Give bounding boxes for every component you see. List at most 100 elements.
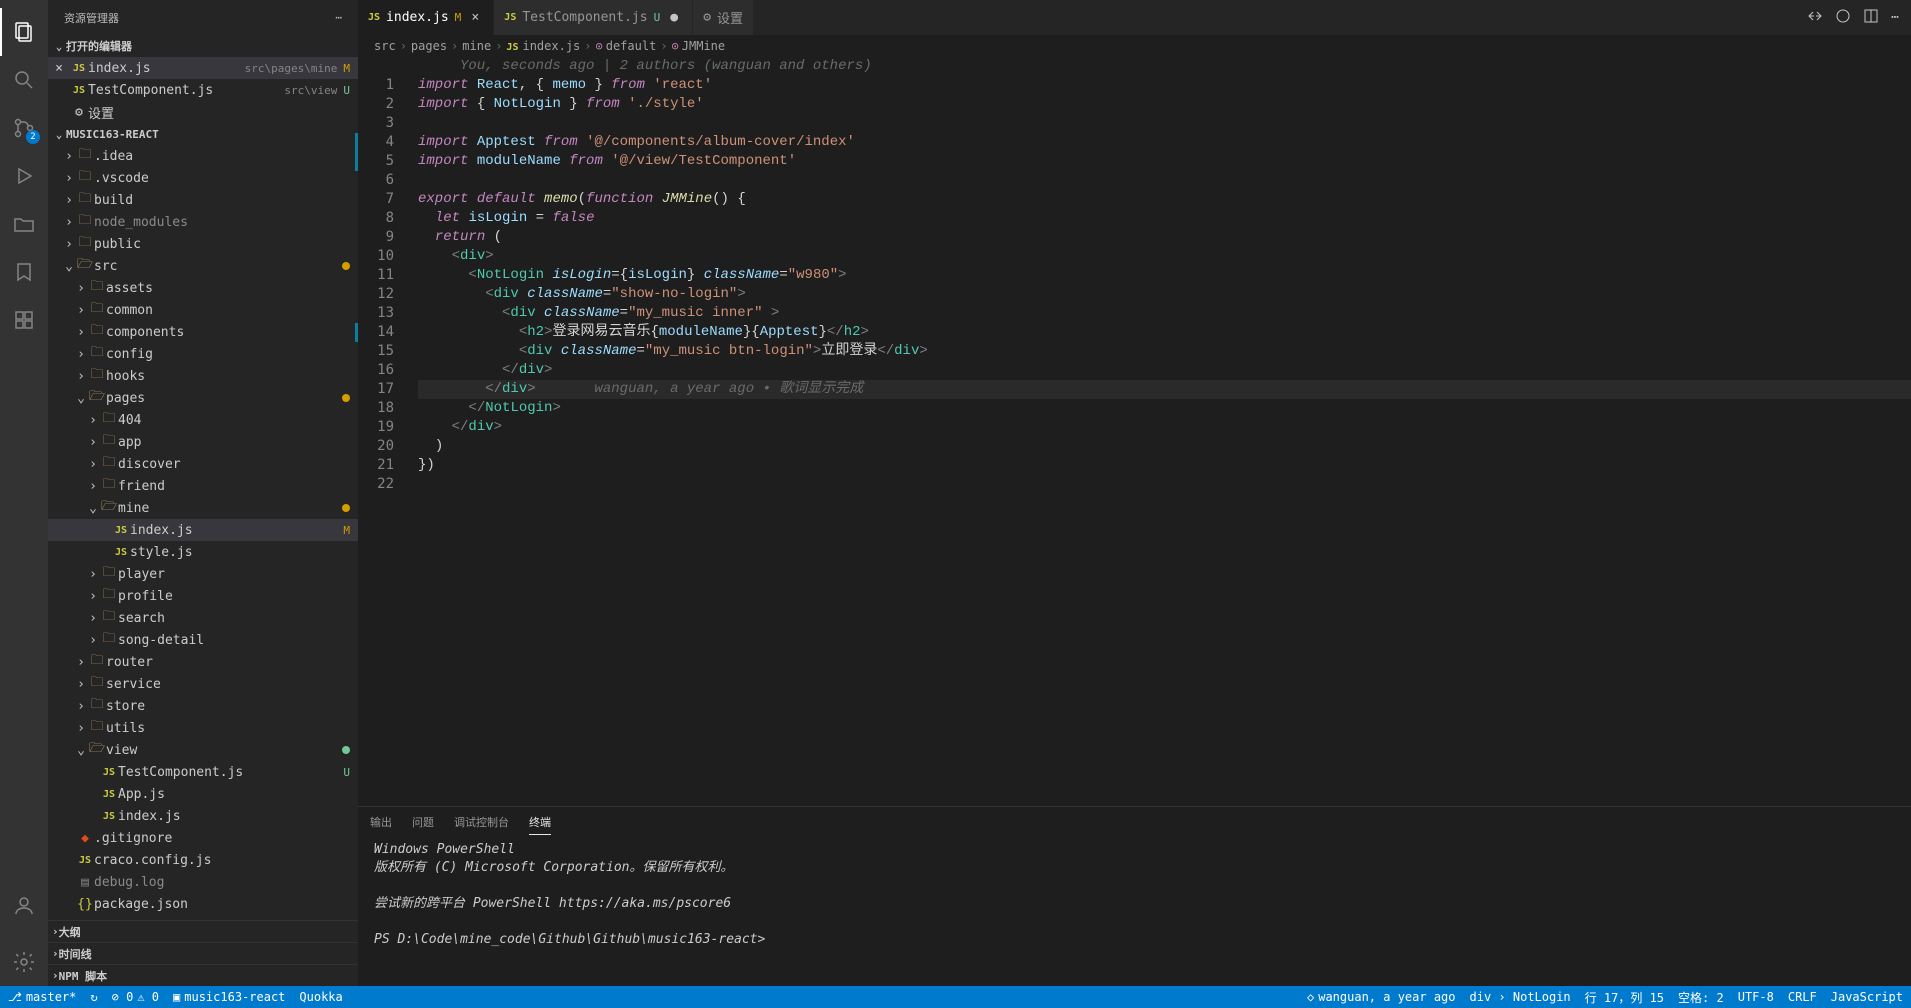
sidebar-section-collapsed[interactable]: ›NPM 脚本 bbox=[48, 964, 358, 986]
tree-folder[interactable]: ›🗀profile bbox=[48, 585, 358, 607]
tab-close-icon[interactable]: ● bbox=[666, 10, 682, 25]
code-line[interactable] bbox=[418, 114, 1911, 133]
breadcrumb-item[interactable]: JSindex.js bbox=[506, 39, 580, 53]
activity-bookmark[interactable] bbox=[0, 248, 48, 296]
activity-explorer[interactable] bbox=[0, 8, 48, 56]
breadcrumb[interactable]: src›pages›mine›JSindex.js›⊙default›⊙JMMi… bbox=[358, 35, 1911, 57]
tree-folder[interactable]: ›🗀friend bbox=[48, 475, 358, 497]
code-line[interactable]: <div className="show-no-login"> bbox=[418, 285, 1911, 304]
breadcrumb-item[interactable]: mine bbox=[462, 39, 491, 53]
status-lang[interactable]: JavaScript bbox=[1831, 990, 1903, 1004]
activity-folder[interactable] bbox=[0, 200, 48, 248]
open-editor-item[interactable]: ⚙设置 bbox=[48, 101, 358, 123]
tree-folder[interactable]: ›🗀public bbox=[48, 233, 358, 255]
tree-file[interactable]: JSstyle.js bbox=[48, 541, 358, 563]
tree-folder[interactable]: ›🗀utils bbox=[48, 717, 358, 739]
more-icon[interactable]: ⋯ bbox=[1891, 10, 1899, 25]
tree-folder[interactable]: ›🗀service bbox=[48, 673, 358, 695]
tree-folder[interactable]: ›🗀song-detail bbox=[48, 629, 358, 651]
code-line[interactable]: <div> bbox=[418, 247, 1911, 266]
status-lncol[interactable]: 行 17，列 15 bbox=[1585, 989, 1664, 1006]
breadcrumb-item[interactable]: pages bbox=[411, 39, 447, 53]
tree-file[interactable]: JSApp.js bbox=[48, 783, 358, 805]
activity-scm[interactable]: 2 bbox=[0, 104, 48, 152]
code-line[interactable]: export default memo(function JMMine() { bbox=[418, 190, 1911, 209]
breadcrumb-item[interactable]: src bbox=[374, 39, 396, 53]
status-encoding[interactable]: UTF-8 bbox=[1738, 990, 1774, 1004]
code-line[interactable]: import moduleName from '@/view/TestCompo… bbox=[418, 152, 1911, 171]
run-icon[interactable] bbox=[1835, 8, 1851, 28]
breadcrumb-item[interactable]: ⊙default bbox=[596, 39, 657, 53]
tree-folder[interactable]: ›🗀discover bbox=[48, 453, 358, 475]
activity-search[interactable] bbox=[0, 56, 48, 104]
sidebar-section-collapsed[interactable]: ›大纲 bbox=[48, 920, 358, 942]
code-pane[interactable]: You, seconds ago | 2 authors (wanguan an… bbox=[414, 57, 1911, 806]
tree-folder[interactable]: ›🗀.vscode bbox=[48, 167, 358, 189]
status-eol[interactable]: CRLF bbox=[1788, 990, 1817, 1004]
code-line[interactable] bbox=[418, 475, 1911, 494]
tree-folder[interactable]: ›🗀assets bbox=[48, 277, 358, 299]
tree-folder[interactable]: ›🗀router bbox=[48, 651, 358, 673]
code-line[interactable]: let isLogin = false bbox=[418, 209, 1911, 228]
compare-icon[interactable] bbox=[1807, 8, 1823, 28]
status-blame[interactable]: ◇ wanguan, a year ago bbox=[1307, 990, 1456, 1004]
code-line[interactable]: import React, { memo } from 'react' bbox=[418, 76, 1911, 95]
terminal-body[interactable]: Windows PowerShell版权所有 (C) Microsoft Cor… bbox=[358, 837, 1911, 986]
activity-settings[interactable] bbox=[0, 938, 48, 986]
tree-folder[interactable]: ›🗀build bbox=[48, 189, 358, 211]
tree-folder[interactable]: ›🗀.idea bbox=[48, 145, 358, 167]
activity-debug[interactable] bbox=[0, 152, 48, 200]
project-header[interactable]: ⌄ MUSIC163-REACT bbox=[48, 123, 358, 145]
tree-folder[interactable]: ›🗀hooks bbox=[48, 365, 358, 387]
code-line[interactable]: }) bbox=[418, 456, 1911, 475]
editor-tab[interactable]: ⚙设置 bbox=[693, 0, 754, 35]
sidebar-section-collapsed[interactable]: ›时间线 bbox=[48, 942, 358, 964]
activity-account[interactable] bbox=[0, 882, 48, 930]
tree-file[interactable]: ◆.gitignore bbox=[48, 827, 358, 849]
split-icon[interactable] bbox=[1863, 8, 1879, 28]
code-line[interactable] bbox=[418, 171, 1911, 190]
breadcrumb-item[interactable]: ⊙JMMine bbox=[672, 39, 726, 53]
status-sync[interactable]: ↻ bbox=[90, 990, 97, 1004]
tree-file[interactable]: JSindex.jsM bbox=[48, 519, 358, 541]
tree-folder[interactable]: ›🗀node_modules bbox=[48, 211, 358, 233]
tree-file[interactable]: ▤debug.log bbox=[48, 871, 358, 893]
code-line[interactable]: </NotLogin> bbox=[418, 399, 1911, 418]
open-editor-item[interactable]: JSTestComponent.jssrc\viewU bbox=[48, 79, 358, 101]
open-editors-header[interactable]: ⌄ 打开的编辑器 bbox=[48, 35, 358, 57]
code-line[interactable]: import { NotLogin } from './style' bbox=[418, 95, 1911, 114]
code-line[interactable]: ) bbox=[418, 437, 1911, 456]
tree-folder[interactable]: ›🗀store bbox=[48, 695, 358, 717]
code-line[interactable]: </div> wanguan, a year ago • 歌词显示完成 bbox=[418, 380, 1911, 399]
activity-extensions[interactable] bbox=[0, 296, 48, 344]
open-editor-item[interactable]: ×JSindex.jssrc\pages\mineM bbox=[48, 57, 358, 79]
tree-folder[interactable]: ⌄🗁src bbox=[48, 255, 358, 277]
code-line[interactable]: <div className="my_music inner" > bbox=[418, 304, 1911, 323]
tree-folder[interactable]: ›🗀common bbox=[48, 299, 358, 321]
status-spaces[interactable]: 空格: 2 bbox=[1678, 989, 1724, 1006]
status-breadcrumb[interactable]: div › NotLogin bbox=[1470, 990, 1571, 1004]
terminal-tab[interactable]: 问题 bbox=[412, 810, 434, 834]
tree-file[interactable]: JSTestComponent.jsU bbox=[48, 761, 358, 783]
terminal-tab[interactable]: 输出 bbox=[370, 810, 392, 834]
code-line[interactable]: </div> bbox=[418, 361, 1911, 380]
code-line[interactable]: import Apptest from '@/components/album-… bbox=[418, 133, 1911, 152]
close-icon[interactable]: × bbox=[48, 61, 70, 76]
status-branch[interactable]: ⎇ master* bbox=[8, 990, 76, 1004]
tree-folder[interactable]: ›🗀app bbox=[48, 431, 358, 453]
editor-body[interactable]: 12345678910111213141516171819202122 You,… bbox=[358, 57, 1911, 806]
code-line[interactable]: <h2>登录网易云音乐{moduleName}{Apptest}</h2> bbox=[418, 323, 1911, 342]
tree-folder[interactable]: ›🗀404 bbox=[48, 409, 358, 431]
tree-folder[interactable]: ›🗀components bbox=[48, 321, 358, 343]
code-line[interactable]: <NotLogin isLogin={isLogin} className="w… bbox=[418, 266, 1911, 285]
editor-tab[interactable]: JSindex.jsM× bbox=[358, 0, 494, 35]
tree-file[interactable]: {}package.json bbox=[48, 893, 358, 915]
code-line[interactable]: </div> bbox=[418, 418, 1911, 437]
tree-folder[interactable]: ⌄🗁pages bbox=[48, 387, 358, 409]
status-project[interactable]: ▣ music163-react bbox=[173, 990, 285, 1004]
terminal-tab[interactable]: 终端 bbox=[529, 810, 551, 835]
terminal-tab[interactable]: 调试控制台 bbox=[454, 810, 509, 834]
editor-tab[interactable]: JSTestComponent.jsU● bbox=[494, 0, 693, 35]
tab-close-icon[interactable]: × bbox=[467, 10, 483, 25]
tree-file[interactable]: JScraco.config.js bbox=[48, 849, 358, 871]
